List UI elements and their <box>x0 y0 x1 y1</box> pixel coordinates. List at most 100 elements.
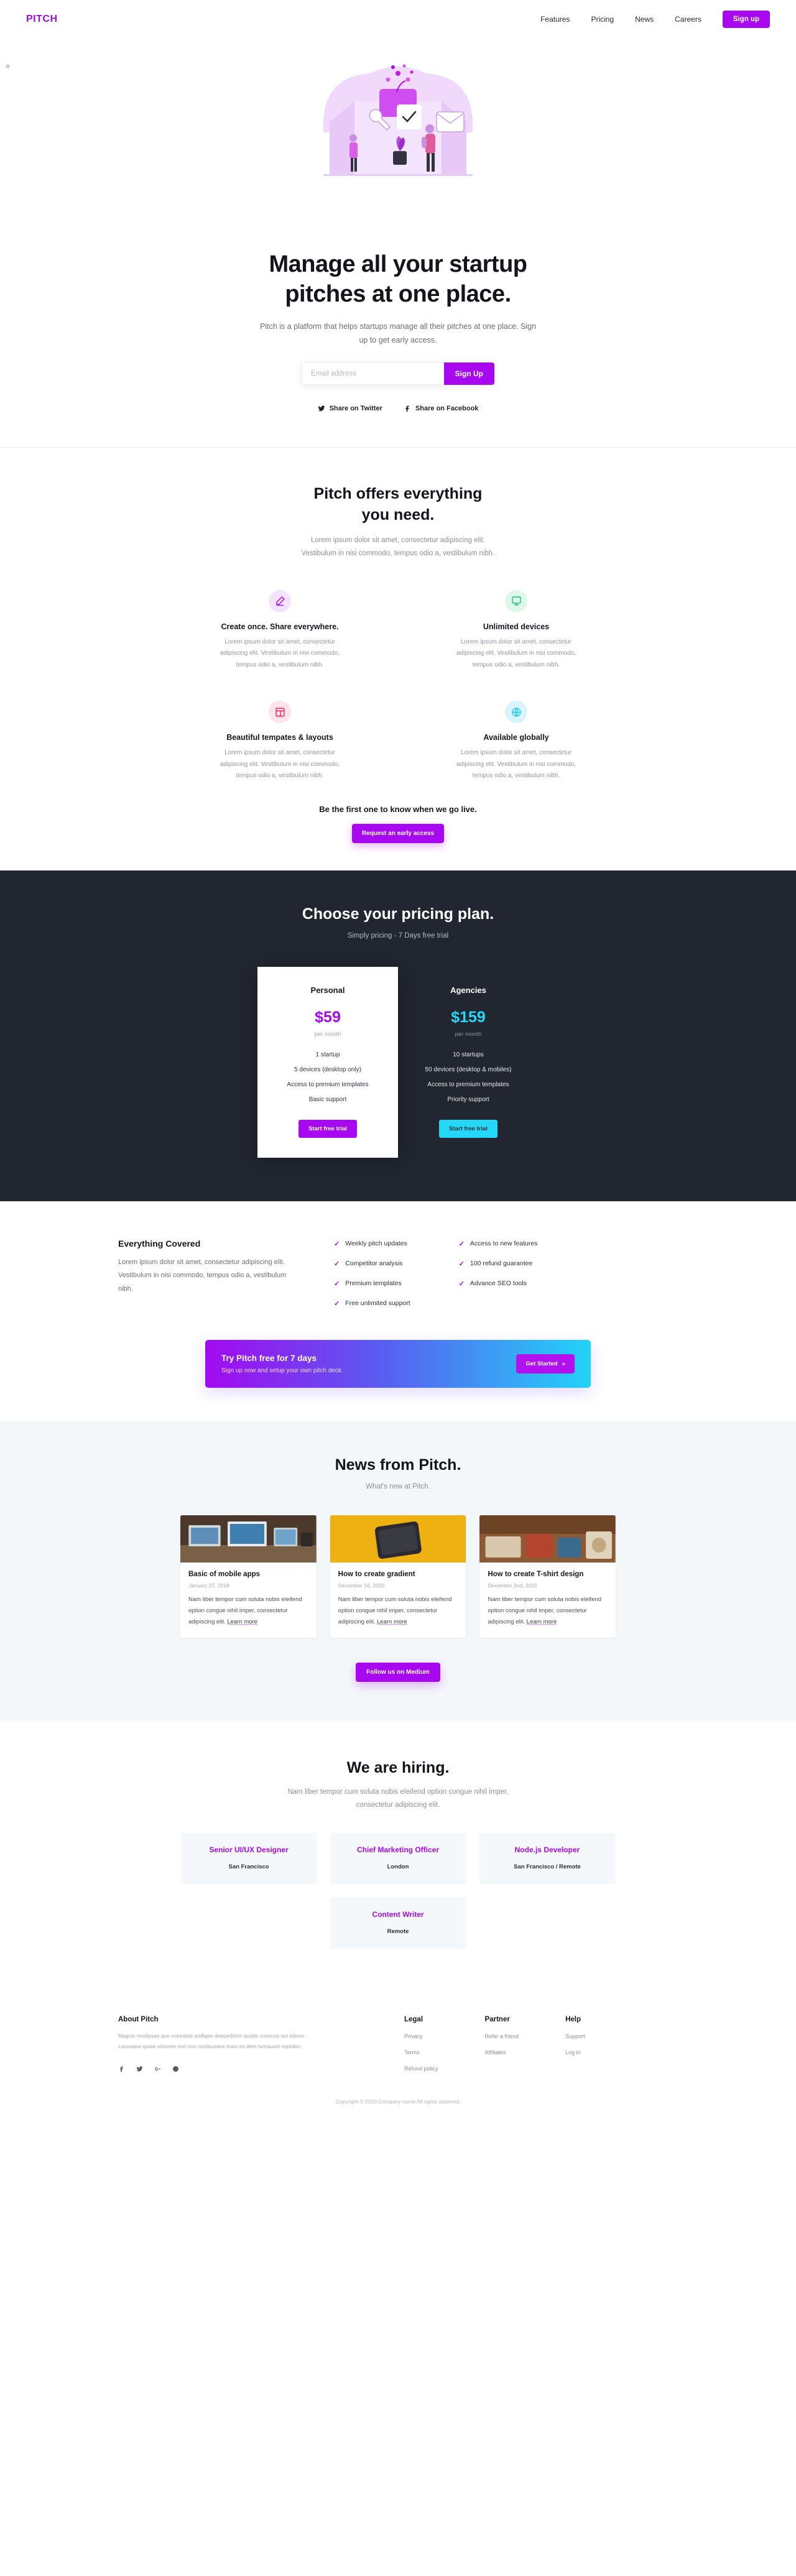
personal-start-trial-button[interactable]: Start free trial <box>298 1119 357 1138</box>
hiring-title: We are hiring. <box>346 1758 450 1776</box>
news-thumbnail-desk-computers <box>180 1515 317 1563</box>
hiring-subtitle: Nam liber tempor cum soluta nobis eleife… <box>287 1788 509 1809</box>
news-learn-more-link[interactable]: Learn more <box>227 1618 257 1625</box>
feature-text: Lorem ipsum dolor sit amet, consectetur … <box>220 749 340 780</box>
news-card-text: Nam liber tempor cum soluta nobis eleife… <box>488 1594 608 1628</box>
check-icon: ✓ <box>334 1280 340 1288</box>
pen-icon-wrapper <box>269 589 291 612</box>
follow-medium-button[interactable]: Follow us on Medium <box>356 1662 440 1682</box>
nav-item-features[interactable]: Features <box>540 15 570 24</box>
covered-column-1: ✓ Weekly pitch updates ✓ Competitor analys… <box>334 1240 410 1308</box>
feature-title: Create once. Share everywhere. <box>221 622 339 631</box>
plan-feature: Access to premium templates <box>287 1081 369 1088</box>
nav-signup-button[interactable]: Sign up <box>722 11 770 28</box>
job-title: Senior UI/UX Designer <box>209 1845 289 1855</box>
footer-link-refund-policy[interactable]: Refund policy <box>404 2066 438 2072</box>
news-card[interactable]: How to create T-shirt design December 2n… <box>479 1515 616 1638</box>
request-early-access-button[interactable]: Request an early access <box>351 823 445 843</box>
features-subtitle: Lorem ipsum dolor sit amet, consectetur … <box>301 537 495 557</box>
news-section: News from Pitch. What's new at Pitch. Ba… <box>0 1421 796 1720</box>
feature-title: Beautiful tempates & layouts <box>226 733 333 742</box>
get-started-button[interactable]: Get Started » <box>516 1354 575 1373</box>
facebook-icon <box>120 2066 123 2072</box>
footer-column-title: Help <box>565 2016 581 2024</box>
footer-about: About Pitch Magnis modipsae que volorata… <box>118 2016 323 2072</box>
nav-links: Features Pricing News Careers Sign up <box>540 11 770 28</box>
hero-title-line2: pitches at one place. <box>285 280 511 307</box>
features-title-line1: Pitch offers everything <box>313 484 483 502</box>
hero-subtitle: Pitch is a platform that helps startups … <box>260 322 536 344</box>
footer-link-refer-a-friend[interactable]: Refer a friend <box>485 2033 519 2039</box>
job-title: Content Writer <box>372 1910 424 1919</box>
plan-feature: Basic support <box>308 1096 347 1103</box>
footer-column-legal: Legal Privacy Terms Refund policy <box>404 2016 438 2072</box>
plan-feature-list: 1 startup 5 devices (desktop only) Acces… <box>271 1051 384 1103</box>
footer-link-affiliates[interactable]: Affiliates <box>485 2049 519 2056</box>
job-card[interactable]: Senior UI/UX Designer San Francisco <box>181 1833 317 1885</box>
covered-item-label: Weekly pitch updates <box>345 1240 407 1248</box>
twitter-icon <box>136 2066 143 2072</box>
share-twitter-link[interactable]: Share on Twitter <box>318 405 382 412</box>
share-facebook-label: Share on Facebook <box>415 404 479 412</box>
hero-signup-form: Sign Up <box>302 362 494 385</box>
pricing-plans: Personal $59 per month 1 startup 5 devic… <box>0 966 796 1158</box>
covered-column-2: ✓ Access to new features ✓ 100 refund guar… <box>459 1240 538 1308</box>
job-card[interactable]: Chief Marketing Officer London <box>330 1833 466 1885</box>
twitter-link[interactable] <box>136 2066 143 2072</box>
plan-feature-list: 10 startups 50 devices (desktop & mobile… <box>412 1051 525 1103</box>
covered-item: ✓ Free unlimited support <box>334 1300 410 1308</box>
features-title-line2: you need. <box>361 506 435 524</box>
pricing-card-personal: Personal $59 per month 1 startup 5 devic… <box>257 966 398 1158</box>
footer-link-columns: Legal Privacy Terms Refund policy Partne… <box>404 2016 585 2072</box>
footer-section: About Pitch Magnis modipsae que volorata… <box>0 1992 796 2122</box>
facebook-link[interactable] <box>118 2066 125 2072</box>
early-access-heading: Be the first one to know when we go live… <box>319 804 477 814</box>
nav-item-pricing[interactable]: Pricing <box>591 15 614 24</box>
covered-item: ✓ Competitor analysis <box>334 1260 410 1268</box>
job-card[interactable]: Node.js Developer San Francisco / Remote <box>479 1833 615 1885</box>
hero-signup-button[interactable]: Sign Up <box>443 362 494 385</box>
news-card-text: Nam liber tempor cum soluta nobis eleife… <box>338 1594 458 1628</box>
features-grid: Create once. Share everywhere. Lorem ips… <box>183 589 613 782</box>
footer-link-privacy[interactable]: Privacy <box>404 2033 438 2039</box>
check-icon: ✓ <box>458 1240 465 1248</box>
check-icon: ✓ <box>458 1280 465 1288</box>
news-learn-more-link[interactable]: Learn more <box>527 1618 557 1625</box>
plan-period: per month <box>314 1030 341 1038</box>
feature-card: Beautiful tempates & layouts Lorem ipsum… <box>183 701 376 782</box>
dribbble-link[interactable] <box>172 2066 179 2072</box>
early-access-cta: Be the first one to know when we go live… <box>0 805 796 843</box>
layout-icon <box>275 708 285 717</box>
dribbble-icon <box>173 2066 178 2072</box>
news-card[interactable]: Basic of mobile apps January 27, 2018 Na… <box>180 1515 317 1638</box>
check-icon: ✓ <box>334 1240 340 1248</box>
share-facebook-link[interactable]: Share on Facebook <box>404 405 478 412</box>
try-banner-title: Try Pitch free for 7 days <box>221 1353 317 1363</box>
news-card[interactable]: How to create gradient December 16, 2020… <box>330 1515 466 1638</box>
footer-link-terms[interactable]: Terms <box>404 2049 438 2056</box>
covered-item: ✓ Advance SEO tools <box>459 1280 538 1288</box>
news-learn-more-link[interactable]: Learn more <box>377 1618 407 1625</box>
job-card[interactable]: Content Writer Remote <box>330 1898 466 1949</box>
news-card-date: January 27, 2018 <box>188 1582 229 1589</box>
feature-card: Unlimited devices Lorem ipsum dolor sit … <box>420 589 613 672</box>
news-grid: Basic of mobile apps January 27, 2018 Na… <box>180 1515 616 1638</box>
news-card-body: Basic of mobile apps January 27, 2018 Na… <box>180 1563 317 1638</box>
nav-item-careers[interactable]: Careers <box>675 15 701 24</box>
everything-covered-section: Everything Covered Lorem ipsum dolor sit… <box>0 1201 796 1388</box>
footer-column-help: Help Support Log in <box>565 2016 585 2072</box>
footer-column-partner: Partner Refer a friend Affiliates <box>485 2016 519 2072</box>
job-title: Chief Marketing Officer <box>356 1845 440 1855</box>
footer-about-title: About Pitch <box>118 2016 159 2024</box>
googleplus-icon <box>155 2067 161 2071</box>
brand-logo[interactable]: PITCH <box>26 14 58 25</box>
agencies-start-trial-button[interactable]: Start free trial <box>439 1119 497 1138</box>
get-started-label: Get Started <box>525 1360 558 1367</box>
nav-item-news[interactable]: News <box>635 15 654 24</box>
googleplus-link[interactable] <box>154 2066 161 2072</box>
news-card-date: December 16, 2020 <box>338 1582 385 1589</box>
footer-link-support[interactable]: Support <box>565 2033 585 2039</box>
email-input[interactable] <box>302 362 444 385</box>
plan-price: $159 <box>451 1008 486 1026</box>
footer-link-login[interactable]: Log in <box>565 2049 585 2056</box>
